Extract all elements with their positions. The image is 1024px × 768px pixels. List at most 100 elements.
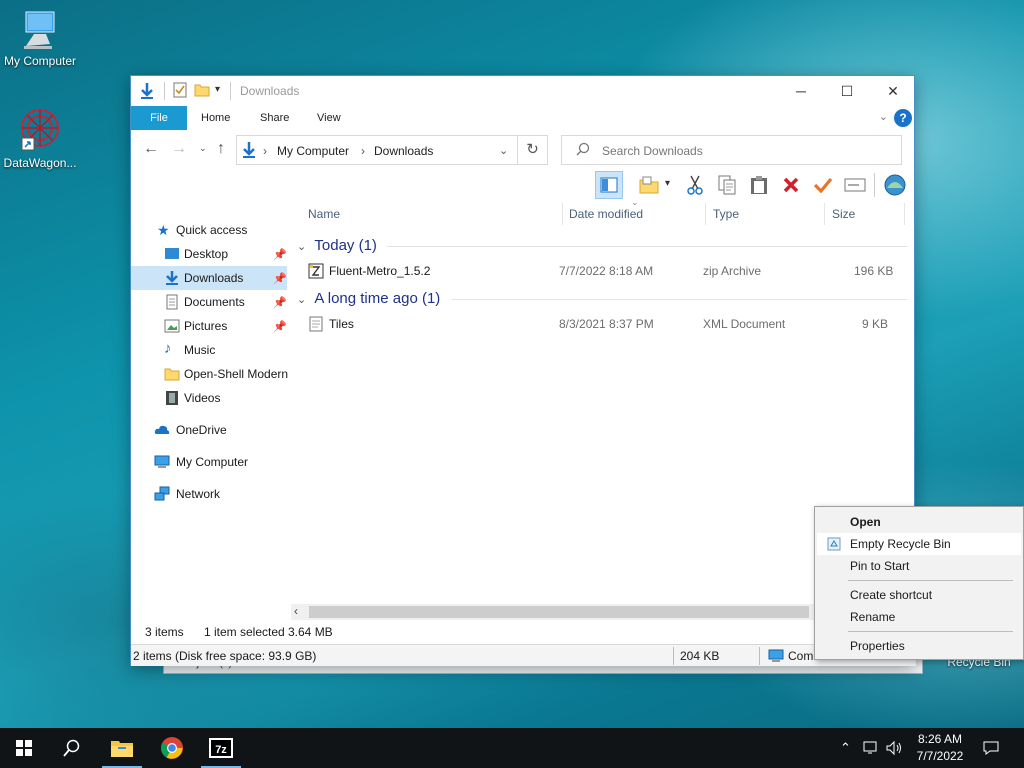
action-center-button[interactable] <box>982 728 1000 768</box>
column-header-name[interactable]: Name <box>292 201 562 227</box>
taskbar-clock[interactable]: 8:26 AM 7/7/2022 <box>905 731 975 765</box>
group-header-today[interactable]: ⌄ Today (1) <box>297 235 907 257</box>
table-row[interactable]: Fluent-Metro_1.5.2 7/7/2022 8:18 AM zip … <box>302 259 910 283</box>
breadcrumb-my-computer[interactable]: My Computer <box>277 144 349 158</box>
nav-item-documents[interactable]: Documents 📌 <box>131 290 287 314</box>
status-selected-size: 3.64 MB <box>288 625 333 639</box>
breadcrumb-downloads[interactable]: Downloads <box>374 144 433 158</box>
menu-item-rename[interactable]: Rename <box>817 606 1021 628</box>
paste-button[interactable] <box>745 171 773 199</box>
address-bar[interactable]: › My Computer › Downloads ⌄ <box>236 135 518 165</box>
rename-button[interactable] <box>841 171 869 199</box>
taskbar-7zip[interactable]: 7z <box>197 728 245 768</box>
desktop-icon-my-computer[interactable]: My Computer <box>0 10 80 68</box>
7zip-icon: 7z <box>209 738 233 758</box>
nav-item-videos[interactable]: Videos <box>131 386 287 410</box>
up-arrow-icon[interactable]: ↑ <box>217 140 225 158</box>
column-header-type[interactable]: Type <box>697 201 812 227</box>
group-header-long-ago[interactable]: ⌄ A long time ago (1) <box>297 288 907 310</box>
preview-pane-button[interactable] <box>595 171 623 199</box>
nav-item-downloads[interactable]: Downloads 📌 <box>131 266 287 290</box>
menu-item-empty-recycle-bin[interactable]: Empty Recycle Bin <box>817 533 1021 555</box>
properties-icon[interactable] <box>173 82 187 101</box>
status-total-size: 204 KB <box>680 649 720 663</box>
help-icon[interactable]: ? <box>894 109 912 127</box>
show-hidden-icons-button[interactable]: ⌃ <box>840 728 851 768</box>
copy-button[interactable] <box>713 171 741 199</box>
new-dropdown-icon[interactable]: ▾ <box>665 178 670 189</box>
pin-icon[interactable]: 📌 <box>273 248 287 261</box>
computer-icon <box>768 649 784 662</box>
customize-quick-access-icon[interactable]: ▾ <box>215 84 220 95</box>
nav-item-desktop[interactable]: Desktop 📌 <box>131 242 287 266</box>
music-note-icon: ♪ <box>164 340 172 357</box>
volume-icon[interactable] <box>885 728 903 768</box>
nav-quick-access[interactable]: ★ Quick access <box>131 218 287 242</box>
datawagon-icon <box>21 109 59 151</box>
menu-item-create-shortcut[interactable]: Create shortcut <box>817 584 1021 606</box>
title-bar[interactable]: ▾ Downloads ─ ☐ ✕ <box>131 76 914 106</box>
open-shell-icon <box>884 174 906 196</box>
explorer-window: ▾ Downloads ─ ☐ ✕ File Home Share View ⌄… <box>130 75 916 666</box>
open-shell-button[interactable] <box>881 171 909 199</box>
minimize-button[interactable]: ─ <box>778 76 824 106</box>
pin-icon[interactable]: 📌 <box>273 272 287 285</box>
menu-item-properties[interactable]: Properties <box>817 635 1021 657</box>
menu-item-pin-to-start[interactable]: Pin to Start <box>817 555 1021 577</box>
downloads-icon <box>166 271 178 285</box>
select-button[interactable] <box>809 171 837 199</box>
scroll-left-icon[interactable]: ‹ <box>294 604 298 618</box>
close-button[interactable]: ✕ <box>870 76 916 106</box>
file-date: 8/3/2021 8:37 PM <box>559 317 654 331</box>
nav-item-onedrive[interactable]: OneDrive <box>131 418 287 442</box>
pictures-icon <box>164 319 180 333</box>
tab-home[interactable]: Home <box>187 106 244 130</box>
nav-label: Network <box>176 487 221 501</box>
recent-locations-icon[interactable]: ⌄ <box>199 143 207 154</box>
desktop-icon-datawagon[interactable]: DataWagon... <box>0 108 80 170</box>
status-bar: 3 items 1 item selected 3.64 MB <box>131 621 914 643</box>
refresh-button[interactable]: ↻ <box>518 135 548 165</box>
tab-view[interactable]: View <box>303 106 355 130</box>
delete-button[interactable] <box>777 171 805 199</box>
status-location: Com <box>788 649 814 663</box>
nav-label: Desktop <box>184 247 229 261</box>
nav-item-open-shell-modern[interactable]: Open-Shell Modern <box>131 362 288 386</box>
tab-file[interactable]: File <box>131 106 187 130</box>
cloud-icon <box>154 425 170 434</box>
search-input[interactable]: Search Downloads <box>602 144 703 158</box>
menu-item-open[interactable]: Open <box>817 511 1021 533</box>
nav-item-pictures[interactable]: Pictures 📌 <box>131 314 287 338</box>
new-folder-toolbar-button[interactable] <box>635 171 663 199</box>
file-size: 9 KB <box>862 317 889 331</box>
cut-button[interactable] <box>681 171 709 199</box>
rename-icon <box>844 178 866 192</box>
zip-icon <box>308 263 324 279</box>
start-button[interactable] <box>0 728 48 768</box>
clock-time: 8:26 AM <box>917 732 963 746</box>
back-arrow-icon[interactable]: ← <box>143 140 159 158</box>
taskbar-chrome[interactable] <box>148 728 196 768</box>
pin-icon[interactable]: 📌 <box>273 320 287 333</box>
close-icon: ✕ <box>887 82 899 99</box>
taskbar-search-button[interactable] <box>48 728 96 768</box>
pin-icon[interactable]: 📌 <box>273 296 287 309</box>
search-box[interactable]: Search Downloads <box>561 135 902 165</box>
tab-share[interactable]: Share <box>246 106 303 130</box>
nav-item-network[interactable]: Network <box>131 482 287 506</box>
column-header-date[interactable]: Date modified <box>553 201 693 227</box>
maximize-button[interactable]: ☐ <box>824 76 870 106</box>
column-header-size[interactable]: Size <box>816 201 896 227</box>
taskbar-file-explorer[interactable] <box>98 728 146 768</box>
address-dropdown-icon[interactable]: ⌄ <box>499 144 508 157</box>
nav-item-music[interactable]: ♪ Music <box>131 338 287 362</box>
forward-arrow-icon[interactable]: → <box>171 140 187 158</box>
scrollbar-thumb[interactable] <box>309 606 809 618</box>
network-tray-icon[interactable] <box>862 728 880 768</box>
table-row[interactable]: Tiles 8/3/2021 8:37 PM XML Document 9 KB <box>302 312 910 336</box>
new-folder-icon[interactable] <box>194 82 210 101</box>
expand-ribbon-icon[interactable]: ⌄ <box>879 110 888 123</box>
nav-item-my-computer[interactable]: My Computer <box>131 450 287 474</box>
preview-pane-icon <box>600 177 618 193</box>
file-name: Fluent-Metro_1.5.2 <box>329 264 431 278</box>
